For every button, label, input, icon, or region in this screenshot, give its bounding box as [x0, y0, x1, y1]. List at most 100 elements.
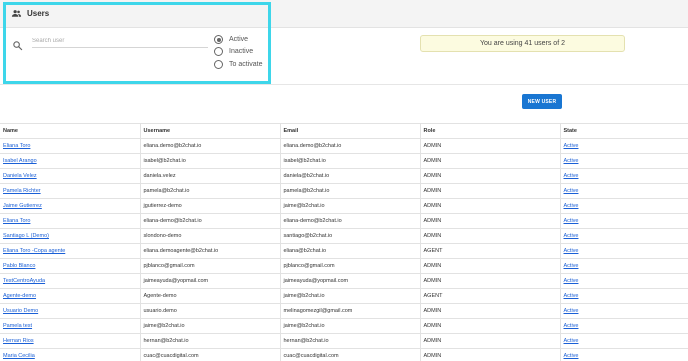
state-link[interactable]: Active	[564, 248, 579, 254]
cell-email: eliana@b2chat.io	[280, 243, 421, 259]
cell-username: slondono-demo	[140, 228, 281, 244]
state-link[interactable]: Active	[564, 338, 579, 344]
cell-name: Jaime Gutierrez	[0, 198, 141, 214]
inactive-radio[interactable]	[214, 47, 223, 56]
state-link[interactable]: Active	[564, 203, 579, 209]
state-link[interactable]: Active	[564, 323, 579, 329]
user-name-link[interactable]: Eliana Toro	[3, 218, 30, 224]
cell-username: isabel@b2chat.io	[140, 153, 281, 169]
active-label: Active	[229, 36, 249, 43]
table-row: Hernan Rios hernan@b2chat.io hernan@b2chat…	[0, 333, 688, 349]
new-user-button[interactable]: NEW USER	[522, 94, 562, 109]
cell-state: Active	[560, 273, 688, 289]
cell-name: TestCentroAyuda	[0, 273, 141, 289]
cell-name: Maria Cecilia	[0, 348, 141, 361]
cell-role: ADMIN	[420, 228, 561, 244]
cell-role: AGENT	[420, 288, 561, 304]
table-row: Isabel Arango isabel@b2chat.io isabel@b2ch…	[0, 153, 688, 169]
user-name-link[interactable]: TestCentroAyuda	[3, 278, 45, 284]
user-name-link[interactable]: Eliana Toro -Copa agente	[3, 248, 65, 254]
cell-email: melinagomezgil@gmail.com	[280, 303, 421, 319]
user-name-link[interactable]: Pamela test	[3, 323, 32, 329]
cell-username: jgutierrez-demo	[140, 198, 281, 214]
section-divider	[0, 84, 688, 85]
user-name-link[interactable]: Eliana Toro	[3, 143, 30, 149]
table-row: Daniela Velez daniela.velez daniela@b2chat…	[0, 168, 688, 184]
cell-email: hernan@b2chat.io	[280, 333, 421, 349]
cell-name: Daniela Velez	[0, 168, 141, 184]
state-link[interactable]: Active	[564, 263, 579, 269]
cell-email: santiago@b2chat.io	[280, 228, 421, 244]
user-name-link[interactable]: Agente-demo	[3, 293, 36, 299]
cell-role: ADMIN	[420, 153, 561, 169]
cell-email: jaime@b2chat.io	[280, 318, 421, 334]
filter-option-active[interactable]: Active	[214, 35, 248, 44]
filter-option-to-activate[interactable]: To activate	[214, 60, 262, 69]
column-header-state[interactable]: State	[560, 123, 688, 139]
active-radio[interactable]	[214, 35, 223, 44]
user-name-link[interactable]: Jaime Gutierrez	[3, 203, 42, 209]
cell-state: Active	[560, 333, 688, 349]
cell-name: Eliana Toro	[0, 213, 141, 229]
user-name-link[interactable]: Santiago L (Demo)	[3, 233, 49, 239]
search-icon	[13, 41, 23, 51]
column-header-name[interactable]: Name	[0, 123, 141, 139]
cell-name: Agente-demo	[0, 288, 141, 304]
cell-name: Eliana Toro -Copa agente	[0, 243, 141, 259]
search-input[interactable]	[32, 35, 208, 48]
user-name-link[interactable]: Pablo Blanco	[3, 263, 35, 269]
state-link[interactable]: Active	[564, 158, 579, 164]
state-link[interactable]: Active	[564, 143, 579, 149]
filter-option-inactive[interactable]: Inactive	[214, 47, 253, 56]
table-row: Maria Cecilia cuac@cuacdigital.com cuac@cu…	[0, 348, 688, 361]
cell-username: pamela@b2chat.io	[140, 183, 281, 199]
column-header-role[interactable]: Role	[420, 123, 561, 139]
cell-name: Usuario Demo	[0, 303, 141, 319]
cell-username: Agente-demo	[140, 288, 281, 304]
cell-role: ADMIN	[420, 348, 561, 361]
cell-state: Active	[560, 288, 688, 304]
cell-role: ADMIN	[420, 198, 561, 214]
cell-username: eliana.demoagente@b2chat.io	[140, 243, 281, 259]
cell-state: Active	[560, 213, 688, 229]
cell-email: jaime@b2chat.io	[280, 198, 421, 214]
state-link[interactable]: Active	[564, 218, 579, 224]
user-name-link[interactable]: Hernan Rios	[3, 338, 34, 344]
state-link[interactable]: Active	[564, 188, 579, 194]
column-header-email[interactable]: Email	[280, 123, 421, 139]
user-name-link[interactable]: Isabel Arango	[3, 158, 37, 164]
cell-email: daniela@b2chat.io	[280, 168, 421, 184]
cell-state: Active	[560, 243, 688, 259]
state-link[interactable]: Active	[564, 308, 579, 314]
cell-state: Active	[560, 183, 688, 199]
user-name-link[interactable]: Daniela Velez	[3, 173, 37, 179]
cell-email: pjblanco@gmail.com	[280, 258, 421, 274]
cell-name: Santiago L (Demo)	[0, 228, 141, 244]
cell-username: pjblanco@gmail.com	[140, 258, 281, 274]
cell-email: cuac@cuacdigital.com	[280, 348, 421, 361]
users-page: Users Active Inactive To activate You ar…	[0, 0, 688, 361]
to-activate-label: To activate	[229, 61, 263, 68]
cell-role: ADMIN	[420, 183, 561, 199]
user-name-link[interactable]: Usuario Demo	[3, 308, 38, 314]
state-link[interactable]: Active	[564, 233, 579, 239]
to-activate-radio[interactable]	[214, 60, 223, 69]
column-header-username[interactable]: Username	[140, 123, 281, 139]
cell-username: jaimeayuda@yopmail.com	[140, 273, 281, 289]
cell-state: Active	[560, 258, 688, 274]
cell-username: usuario.demo	[140, 303, 281, 319]
cell-email: isabel@b2chat.io	[280, 153, 421, 169]
state-link[interactable]: Active	[564, 353, 579, 359]
table-row: Pamela Richter pamela@b2chat.io pamela@b2c…	[0, 183, 688, 199]
state-link[interactable]: Active	[564, 293, 579, 299]
inactive-label: Inactive	[229, 48, 254, 55]
user-name-link[interactable]: Pamela Richter	[3, 188, 41, 194]
cell-name: Pamela Richter	[0, 183, 141, 199]
cell-role: ADMIN	[420, 333, 561, 349]
cell-username: cuac@cuacdigital.com	[140, 348, 281, 361]
state-link[interactable]: Active	[564, 278, 579, 284]
user-name-link[interactable]: Maria Cecilia	[3, 353, 35, 359]
state-link[interactable]: Active	[564, 173, 579, 179]
cell-name: Isabel Arango	[0, 153, 141, 169]
cell-state: Active	[560, 303, 688, 319]
